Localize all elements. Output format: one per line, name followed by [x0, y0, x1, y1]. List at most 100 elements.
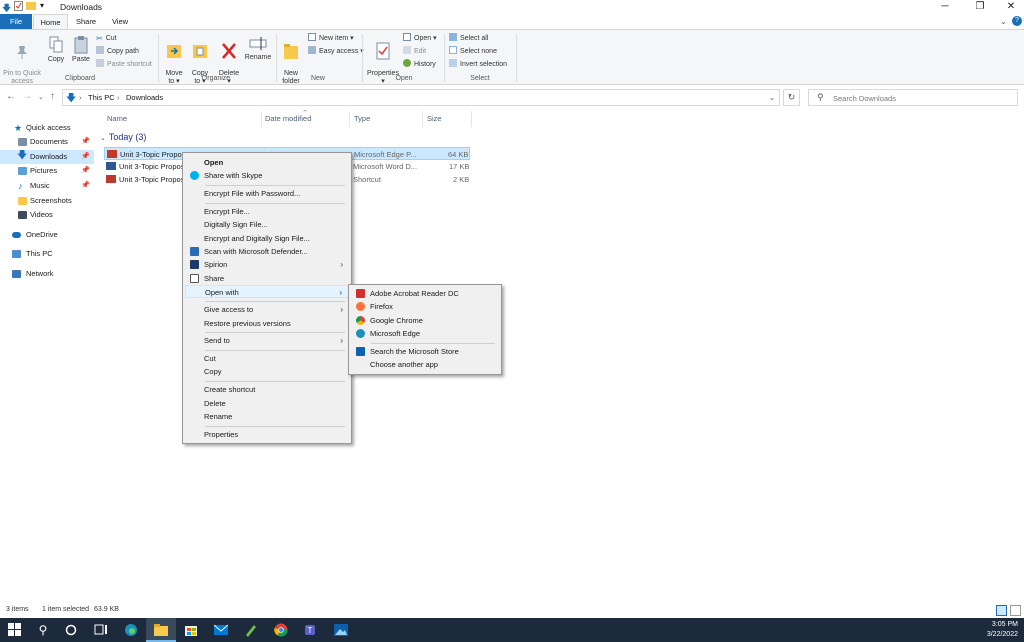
- nav-documents[interactable]: Documents 📌: [0, 135, 94, 149]
- large-icons-view-icon[interactable]: [1010, 605, 1021, 616]
- menu-item-digitally-sign[interactable]: Digitally Sign File...: [185, 218, 349, 231]
- mail-taskbar-icon[interactable]: [206, 618, 236, 642]
- edge-taskbar-icon[interactable]: [116, 618, 146, 642]
- nav-pictures[interactable]: Pictures 📌: [0, 164, 94, 178]
- breadcrumb-downloads[interactable]: Downloads: [126, 93, 163, 102]
- column-size[interactable]: Size: [427, 114, 442, 123]
- copy-path-button[interactable]: Copy path: [96, 46, 139, 57]
- pen-app-taskbar-icon[interactable]: [236, 618, 266, 642]
- nav-quick-access[interactable]: ★ Quick access: [0, 121, 94, 135]
- copy-button[interactable]: Copy: [44, 36, 68, 64]
- tab-home[interactable]: Home: [33, 14, 68, 29]
- tab-view[interactable]: View: [104, 14, 136, 29]
- column-name[interactable]: Name: [107, 114, 127, 123]
- cortana-icon[interactable]: [56, 618, 86, 642]
- properties-quick-icon[interactable]: [14, 1, 23, 13]
- nav-onedrive[interactable]: OneDrive: [0, 228, 94, 242]
- edit-button[interactable]: Edit: [403, 46, 426, 57]
- breadcrumb-separator-icon[interactable]: ›: [79, 93, 82, 102]
- column-divider[interactable]: [471, 111, 472, 127]
- start-button[interactable]: [0, 618, 30, 642]
- rename-button[interactable]: Rename: [244, 34, 272, 62]
- search-icon[interactable]: ⚲: [28, 618, 58, 642]
- back-arrow-icon[interactable]: ←: [6, 91, 16, 102]
- nav-this-pc[interactable]: This PC: [0, 247, 94, 261]
- new-folder-quick-icon[interactable]: [26, 1, 36, 12]
- menu-item-copy[interactable]: Copy: [185, 365, 349, 378]
- cut-button[interactable]: ✂ Cut: [96, 33, 117, 44]
- column-divider[interactable]: [422, 111, 423, 127]
- tab-file[interactable]: File: [0, 14, 32, 29]
- address-bar[interactable]: 🡇 › This PC › Downloads ⌄: [62, 89, 780, 106]
- menu-item-delete[interactable]: Delete: [185, 397, 349, 410]
- paste-shortcut-button[interactable]: Paste shortcut: [96, 59, 152, 70]
- menu-item-create-shortcut[interactable]: Create shortcut: [185, 383, 349, 396]
- menu-item-encrypt-password[interactable]: Encrypt File with Password...: [185, 187, 349, 200]
- menu-item-share-skype[interactable]: Share with Skype: [185, 169, 349, 182]
- teams-taskbar-icon[interactable]: T: [296, 618, 326, 642]
- pin-quick-access-button[interactable]: Pin to Quick access: [2, 36, 42, 86]
- menu-item-rename[interactable]: Rename: [185, 410, 349, 423]
- menu-item-open-with[interactable]: Open with ›: [185, 285, 349, 298]
- details-view-icon[interactable]: [996, 605, 1007, 616]
- menu-item-cut[interactable]: Cut: [185, 352, 349, 365]
- nav-downloads[interactable]: 🡇 Downloads 📌: [0, 150, 94, 164]
- choose-another-app[interactable]: Choose another app: [351, 358, 499, 371]
- minimize-button[interactable]: ─: [930, 0, 960, 14]
- menu-item-send-to[interactable]: Send to ›: [185, 334, 349, 347]
- group-header[interactable]: ⌄ Today (3): [100, 132, 146, 142]
- easy-access-button[interactable]: Easy access ▾: [308, 46, 364, 57]
- system-clock[interactable]: 3:05 PM 3/22/2022: [987, 620, 1018, 640]
- search-input[interactable]: ⚲ Search Downloads: [808, 89, 1018, 106]
- new-item-button[interactable]: New item ▾: [308, 33, 354, 44]
- select-all-button[interactable]: Select all: [449, 33, 488, 44]
- help-icon[interactable]: ?: [1012, 16, 1022, 26]
- refresh-icon[interactable]: ↻: [783, 89, 800, 106]
- breadcrumb-this-pc[interactable]: This PC: [88, 93, 115, 102]
- chrome-taskbar-icon[interactable]: [266, 618, 296, 642]
- search-microsoft-store[interactable]: Search the Microsoft Store: [351, 345, 499, 358]
- photos-taskbar-icon[interactable]: [326, 618, 356, 642]
- menu-item-restore-versions[interactable]: Restore previous versions: [185, 317, 349, 330]
- recent-locations-icon[interactable]: ⌄: [38, 93, 44, 101]
- restore-button[interactable]: ❐: [965, 0, 995, 14]
- collapse-ribbon-icon[interactable]: ⌄: [1000, 17, 1007, 26]
- menu-item-spirion[interactable]: Spirion ›: [185, 258, 349, 271]
- column-divider[interactable]: [261, 111, 262, 127]
- tab-share[interactable]: Share: [70, 14, 102, 29]
- nav-network[interactable]: Network: [0, 267, 94, 281]
- up-arrow-icon[interactable]: ↑: [50, 91, 55, 102]
- column-divider[interactable]: [349, 111, 350, 127]
- select-none-button[interactable]: Select none: [449, 46, 497, 57]
- menu-item-encrypt-sign[interactable]: Encrypt and Digitally Sign File...: [185, 232, 349, 245]
- invert-selection-button[interactable]: Invert selection: [449, 59, 507, 70]
- menu-item-give-access[interactable]: Give access to ›: [185, 303, 349, 316]
- column-type[interactable]: Type: [354, 114, 370, 123]
- paste-button[interactable]: Paste: [70, 36, 92, 64]
- nav-screenshots[interactable]: Screenshots: [0, 194, 94, 208]
- nav-music[interactable]: ♪ Music 📌: [0, 179, 94, 193]
- customize-quick-access-icon[interactable]: ▾: [40, 1, 44, 10]
- address-dropdown-icon[interactable]: ⌄: [769, 93, 775, 102]
- close-button[interactable]: ✕: [996, 0, 1024, 14]
- menu-item-scan-defender[interactable]: Scan with Microsoft Defender...: [185, 245, 349, 258]
- task-view-icon[interactable]: [86, 618, 116, 642]
- open-button[interactable]: Open ▾: [403, 33, 437, 44]
- file-explorer-taskbar-icon[interactable]: [146, 618, 176, 642]
- history-button[interactable]: History: [403, 59, 436, 70]
- column-date-modified[interactable]: Date modified: [265, 114, 311, 123]
- menu-separator: [205, 185, 345, 186]
- menu-item-encrypt-file[interactable]: Encrypt File...: [185, 205, 349, 218]
- move-to-button[interactable]: Move to ▾: [162, 34, 186, 86]
- menu-item-properties[interactable]: Properties: [185, 428, 349, 441]
- breadcrumb-separator-icon[interactable]: ›: [117, 93, 120, 102]
- open-with-acrobat[interactable]: Adobe Acrobat Reader DC: [351, 287, 499, 300]
- open-with-chrome[interactable]: Google Chrome: [351, 314, 499, 327]
- open-with-firefox[interactable]: Firefox: [351, 300, 499, 313]
- open-with-edge[interactable]: Microsoft Edge: [351, 327, 499, 340]
- store-taskbar-icon[interactable]: [176, 618, 206, 642]
- nav-videos[interactable]: Videos: [0, 208, 94, 222]
- forward-arrow-icon[interactable]: →: [22, 91, 32, 102]
- menu-item-open[interactable]: Open: [185, 156, 349, 169]
- menu-item-share[interactable]: Share: [185, 272, 349, 285]
